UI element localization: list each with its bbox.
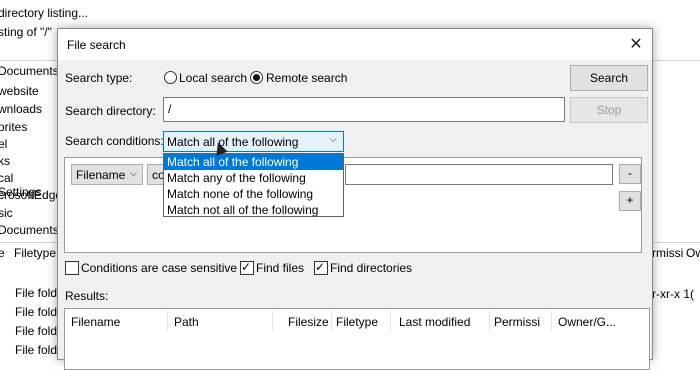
- condition-field-value: Filename: [76, 168, 126, 182]
- chevron-down-icon: ⌵: [329, 134, 337, 145]
- conditions-area: Filename ⌵ co - +: [64, 157, 642, 253]
- search-type-label: Search type:: [65, 71, 133, 85]
- remote-search-label[interactable]: Remote search: [266, 71, 347, 85]
- local-tree[interactable]: Documents\ website wnloads orites el ks …: [0, 62, 62, 242]
- column-header-filename[interactable]: Filename: [71, 315, 120, 329]
- stop-button[interactable]: Stop: [570, 97, 648, 123]
- column-header-path[interactable]: Path: [174, 315, 199, 329]
- tree-item[interactable]: ks: [0, 154, 10, 168]
- tree-path: Documents\: [0, 64, 63, 78]
- column-separator[interactable]: [489, 311, 490, 331]
- dialog-title: File search: [67, 38, 126, 52]
- dropdown-option[interactable]: Match all of the following: [164, 154, 343, 170]
- local-search-radio[interactable]: [164, 71, 177, 84]
- find-files-label[interactable]: Find files: [256, 261, 304, 275]
- column-separator[interactable]: [272, 311, 273, 331]
- tree-item[interactable]: orites: [0, 120, 27, 134]
- conditions-select[interactable]: Match all of the following ⌵: [163, 131, 344, 152]
- list-item[interactable]: File fold: [15, 324, 57, 338]
- column-header-filetype[interactable]: Filetype: [336, 315, 378, 329]
- column-separator[interactable]: [390, 311, 391, 331]
- check-icon: ✓: [241, 260, 252, 274]
- search-directory-label: Search directory:: [65, 104, 156, 118]
- column-header-last-modified[interactable]: Last modified: [399, 315, 470, 329]
- conditions-dropdown-list[interactable]: Match all of the following Match any of …: [163, 153, 344, 217]
- list-item[interactable]: File fold: [15, 286, 57, 300]
- column-header[interactable]: Ow: [686, 246, 700, 260]
- tree-item[interactable]: sic: [0, 206, 13, 220]
- column-header-filesize[interactable]: Filesize: [288, 315, 329, 329]
- file-search-dialog: File search ✕ Search type: Local search …: [57, 28, 653, 370]
- column-header-permissions[interactable]: Permissi: [494, 315, 540, 329]
- tree-item[interactable]: el: [0, 137, 7, 151]
- condition-value-input[interactable]: [345, 164, 613, 185]
- find-directories-checkbox[interactable]: ✓: [314, 260, 328, 275]
- results-label: Results:: [65, 289, 109, 303]
- remove-condition-button[interactable]: -: [619, 164, 641, 184]
- column-header-owner[interactable]: Owner/G...: [558, 315, 616, 329]
- permissions-text: r-xr-x 1(: [652, 287, 694, 301]
- find-files-checkbox[interactable]: ✓: [240, 260, 254, 275]
- log-line: directory listing...: [0, 6, 89, 20]
- tree-item[interactable]: website: [0, 84, 39, 98]
- check-icon: ✓: [315, 260, 326, 274]
- dropdown-option[interactable]: Match not all of the following: [164, 202, 343, 218]
- condition-field-select[interactable]: Filename ⌵: [71, 164, 143, 185]
- column-separator[interactable]: [167, 311, 168, 331]
- tree-item[interactable]: wnloads: [0, 102, 42, 116]
- column-header[interactable]: Filetype: [14, 246, 56, 260]
- case-sensitive-checkbox[interactable]: [65, 261, 79, 275]
- column-separator[interactable]: [551, 311, 552, 331]
- results-table[interactable]: Filename Path Filesize Filetype Last mod…: [64, 308, 650, 370]
- dropdown-option[interactable]: Match any of the following: [164, 170, 343, 186]
- search-button[interactable]: Search: [570, 65, 648, 91]
- close-icon[interactable]: ✕: [626, 35, 646, 55]
- list-item[interactable]: File fold: [15, 305, 57, 319]
- dropdown-option[interactable]: Match none of the following: [164, 186, 343, 202]
- log-line: sting of "/": [0, 25, 52, 39]
- column-header[interactable]: e: [0, 246, 5, 260]
- find-directories-label[interactable]: Find directories: [330, 261, 412, 275]
- search-directory-input[interactable]: /: [163, 97, 565, 122]
- tree-item[interactable]: Documents: [0, 223, 59, 237]
- column-header[interactable]: rmissi: [652, 246, 683, 260]
- conditions-select-value: Match all of the following: [167, 135, 299, 149]
- add-condition-button[interactable]: +: [619, 191, 641, 211]
- remote-search-radio[interactable]: [250, 71, 263, 84]
- dialog-titlebar[interactable]: File search ✕: [58, 29, 652, 60]
- local-search-label[interactable]: Local search: [179, 71, 247, 85]
- chevron-down-icon: ⌵: [130, 168, 137, 178]
- list-item[interactable]: File fold: [15, 343, 57, 357]
- case-sensitive-label[interactable]: Conditions are case sensitive: [81, 261, 237, 275]
- column-separator[interactable]: [331, 311, 332, 331]
- search-conditions-label: Search conditions:: [65, 134, 164, 148]
- tree-item[interactable]: crosoftEdge: [0, 188, 62, 202]
